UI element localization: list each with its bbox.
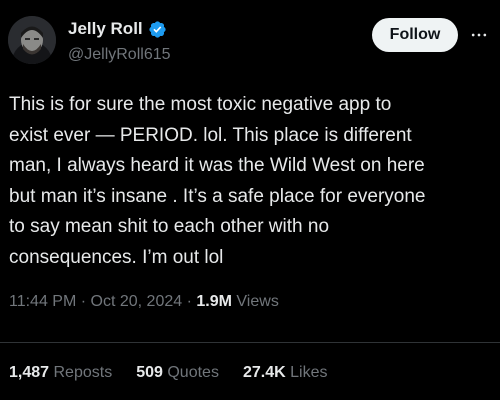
more-options-button[interactable] xyxy=(466,22,492,48)
meta-separator: · xyxy=(186,293,192,310)
divider xyxy=(0,342,500,343)
views-label: Views xyxy=(236,293,279,310)
reposts-stat[interactable]: 1,487 Reposts xyxy=(9,364,112,382)
views-count: 1.9M xyxy=(196,293,232,310)
verified-badge-icon xyxy=(149,20,166,38)
likes-stat[interactable]: 27.4K Likes xyxy=(243,364,328,382)
more-options-icon xyxy=(471,33,487,37)
avatar[interactable] xyxy=(8,16,56,64)
reposts-count: 1,487 xyxy=(9,364,50,381)
follow-button[interactable]: Follow xyxy=(372,18,458,52)
meta-separator: · xyxy=(80,293,87,310)
avatar-image xyxy=(8,16,56,64)
author-handle[interactable]: @JellyRoll615 xyxy=(68,46,171,64)
quotes-count: 509 xyxy=(136,364,163,381)
tweet-card: Jelly Roll @JellyRoll615 Follow This is … xyxy=(0,0,500,400)
quotes-stat[interactable]: 509 Quotes xyxy=(136,364,219,382)
engagement-stats: 1,487 Reposts 509 Quotes 27.4K Likes xyxy=(9,364,327,382)
display-name[interactable]: Jelly Roll xyxy=(68,19,143,39)
tweet-time[interactable]: 11:44 PM xyxy=(9,293,76,310)
quotes-label: Quotes xyxy=(167,364,219,381)
reposts-label: Reposts xyxy=(53,364,113,381)
likes-count: 27.4K xyxy=(242,364,286,381)
tweet-text: This is for sure the most toxic negative… xyxy=(9,94,426,268)
likes-label: Likes xyxy=(290,364,328,381)
author-name-row: Jelly Roll xyxy=(68,19,167,39)
tweet-date[interactable]: Oct 20, 2024 xyxy=(91,293,183,310)
tweet-metadata: 11:44 PM · Oct 20, 2024 · 1.9M Views xyxy=(9,293,279,311)
